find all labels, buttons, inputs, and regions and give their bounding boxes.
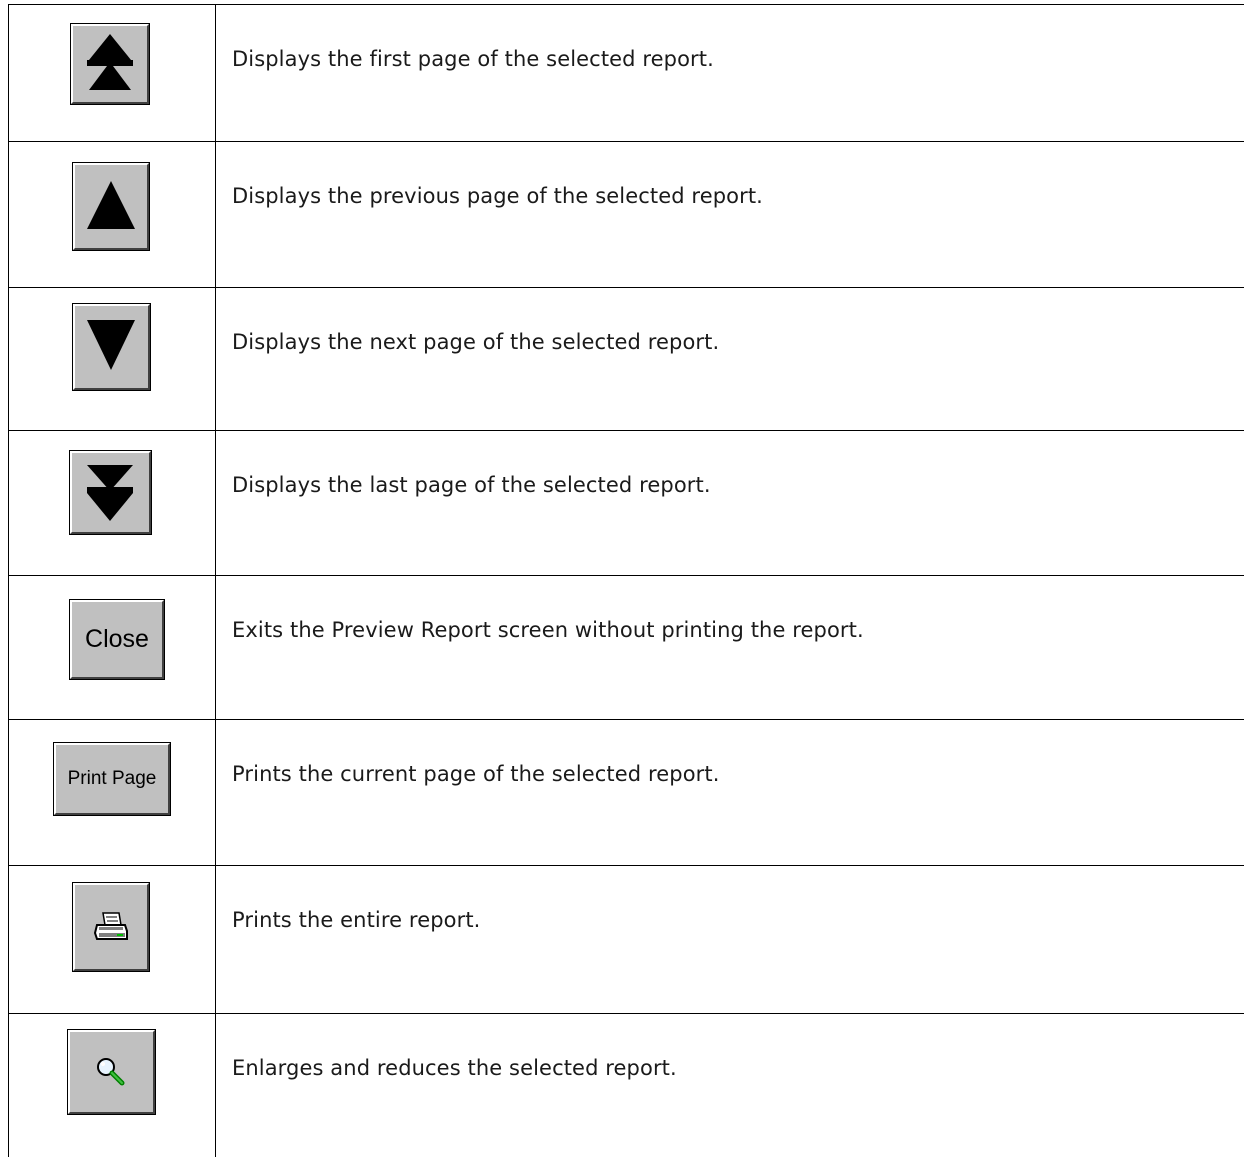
magnifier-icon (70, 1032, 153, 1112)
previous-page-icon (75, 165, 147, 248)
table-row: Prints the entire report. (9, 866, 1244, 1014)
table-row: Print Page Prints the current page of th… (9, 720, 1244, 866)
row-description: Prints the entire report. (216, 866, 1244, 1014)
next-page-icon (75, 306, 148, 388)
print-report-button[interactable] (73, 883, 149, 971)
last-page-icon (72, 453, 149, 532)
table-row: Displays the next page of the selected r… (9, 288, 1244, 431)
icon-cell (9, 1014, 216, 1157)
close-button[interactable]: Close (70, 600, 164, 679)
icon-cell (9, 431, 216, 576)
print-page-button-label: Print Page (56, 745, 168, 813)
table-row: Displays the last page of the selected r… (9, 431, 1244, 576)
icon-cell (9, 866, 216, 1014)
zoom-button[interactable] (68, 1030, 155, 1114)
table-row: Enlarges and reduces the selected report… (9, 1014, 1244, 1157)
icon-cell: Print Page (9, 720, 216, 866)
printer-icon (75, 885, 147, 969)
row-description: Enlarges and reduces the selected report… (216, 1014, 1244, 1157)
icon-cell (9, 288, 216, 431)
row-description: Displays the next page of the selected r… (216, 288, 1244, 431)
toolbar-reference-table: Displays the first page of the selected … (8, 4, 1244, 1157)
table-row: Displays the previous page of the select… (9, 142, 1244, 288)
row-description: Displays the last page of the selected r… (216, 431, 1244, 576)
row-description: Prints the current page of the selected … (216, 720, 1244, 866)
icon-cell (9, 5, 216, 142)
print-page-button[interactable]: Print Page (54, 743, 170, 815)
previous-page-button[interactable] (73, 163, 149, 250)
last-page-button[interactable] (70, 451, 151, 534)
icon-cell: Close (9, 576, 216, 720)
first-page-icon (73, 26, 147, 102)
close-button-label: Close (72, 602, 162, 677)
row-description: Displays the previous page of the select… (216, 142, 1244, 288)
table-row: Close Exits the Preview Report screen wi… (9, 576, 1244, 720)
row-description: Exits the Preview Report screen without … (216, 576, 1244, 720)
first-page-button[interactable] (71, 24, 149, 104)
icon-cell (9, 142, 216, 288)
table-row: Displays the first page of the selected … (9, 5, 1244, 142)
row-description: Displays the first page of the selected … (216, 5, 1244, 142)
next-page-button[interactable] (73, 304, 150, 390)
